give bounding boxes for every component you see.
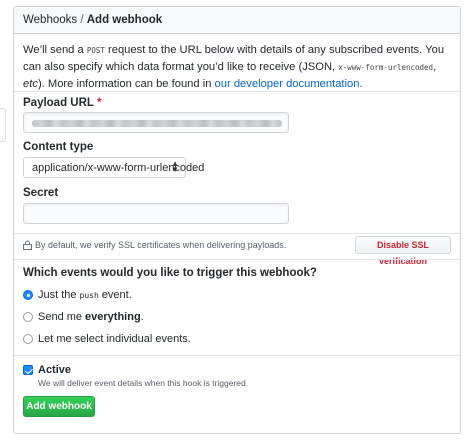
- secret-input[interactable]: [23, 203, 289, 224]
- radio-button[interactable]: [23, 334, 33, 344]
- divider: [14, 259, 460, 260]
- ssl-note: By default, we verify SSL certificates w…: [23, 240, 286, 250]
- payload-url-input[interactable]: [23, 112, 289, 133]
- radio-button-checked[interactable]: [23, 290, 33, 300]
- page-title: Add webhook: [86, 14, 163, 26]
- payload-url-label: Payload URL *: [23, 97, 102, 109]
- breadcrumb: Webhooks / Add webhook: [14, 7, 460, 34]
- developer-docs-link[interactable]: our developer documentation: [215, 78, 360, 90]
- urlencoded-code: x-www-form-urlencoded: [338, 63, 434, 72]
- intro-text: We’ll send a POST request to the URL bel…: [23, 44, 445, 90]
- active-checkbox[interactable]: [23, 365, 33, 375]
- webhook-form-panel: Webhooks / Add webhook We’ll send a POST…: [13, 6, 461, 434]
- content-type-label: Content type: [23, 141, 94, 153]
- add-webhook-button[interactable]: Add webhook: [23, 396, 95, 417]
- divider: [14, 233, 460, 234]
- radio-button[interactable]: [23, 312, 33, 322]
- secret-label: Secret: [23, 187, 59, 199]
- content-type-select[interactable]: application/x-www-form-urlencoded ▲ ▼: [23, 157, 204, 178]
- lock-icon: [23, 240, 32, 250]
- active-note: We will deliver event details when this …: [38, 378, 249, 388]
- page-edge: [0, 0, 12, 445]
- active-label: Active: [38, 364, 72, 376]
- events-question: Which events would you like to trigger t…: [23, 267, 317, 279]
- divider: [14, 355, 460, 356]
- sidebar-stub: [0, 108, 6, 142]
- breadcrumb-separator: /: [80, 14, 84, 26]
- required-mark: *: [96, 97, 102, 109]
- disable-ssl-button[interactable]: Disable SSL verification: [355, 236, 451, 266]
- radio-everything[interactable]: Send me everything.: [23, 311, 144, 323]
- divider: [14, 91, 460, 92]
- select-arrows-icon: ▲ ▼: [171, 159, 179, 174]
- breadcrumb-webhooks-link[interactable]: Webhooks: [23, 14, 77, 26]
- radio-push-event[interactable]: Just the push event.: [23, 289, 132, 301]
- post-code: POST: [86, 46, 105, 55]
- push-code: push: [79, 290, 99, 300]
- redacted-url-value: [32, 120, 282, 127]
- radio-individual-events[interactable]: Let me select individual events.: [23, 333, 191, 345]
- active-checkbox-row[interactable]: Active: [23, 364, 71, 376]
